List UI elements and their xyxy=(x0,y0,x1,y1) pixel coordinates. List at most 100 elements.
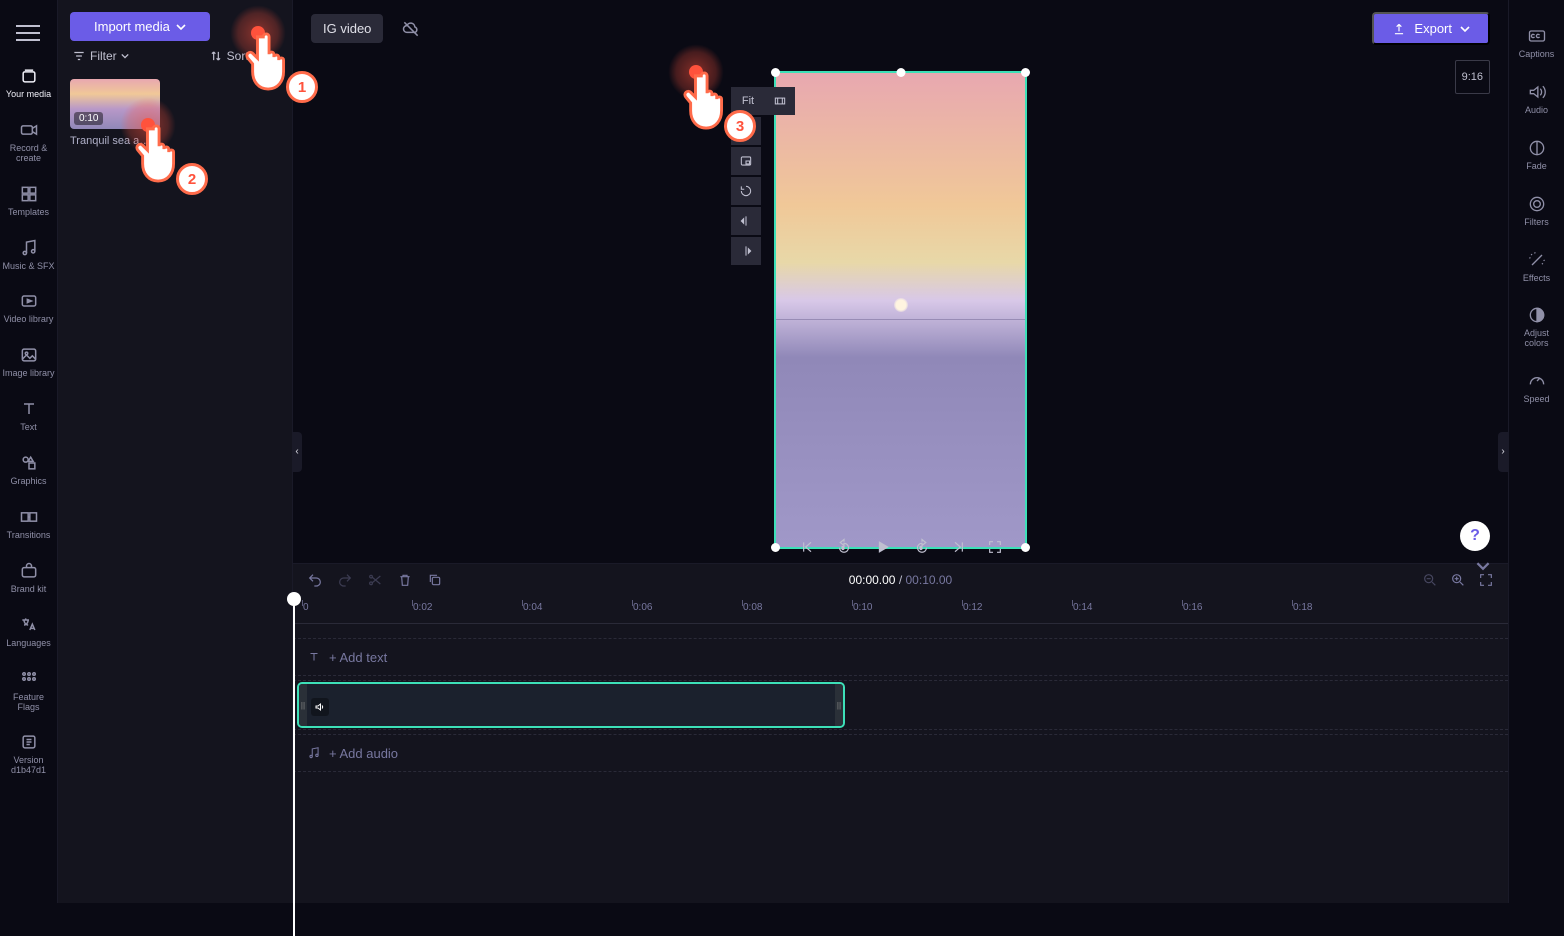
chevron-down-icon xyxy=(121,52,129,60)
redo-button[interactable] xyxy=(337,572,353,588)
fit-button[interactable]: Fit xyxy=(731,87,765,115)
crop-button[interactable] xyxy=(731,117,761,145)
timeline-ruler[interactable]: 0 0:02 0:04 0:06 0:08 0:10 0:12 0:14 0:1… xyxy=(293,596,1508,624)
filters-tab[interactable]: Filters xyxy=(1509,186,1564,236)
sidebar-item-your-media[interactable]: Your media xyxy=(0,56,57,110)
sidebar-label: Graphics xyxy=(10,477,46,487)
sidebar-label: Version d1b47d1 xyxy=(2,756,55,776)
resize-handle[interactable] xyxy=(771,68,780,77)
templates-icon xyxy=(19,184,39,204)
export-button[interactable]: Export xyxy=(1372,12,1490,45)
adjust-colors-tab[interactable]: Adjust colors xyxy=(1509,297,1564,357)
right-rail-label: Filters xyxy=(1524,218,1549,228)
audio-tab[interactable]: Audio xyxy=(1509,74,1564,124)
speed-tab[interactable]: Speed xyxy=(1509,363,1564,413)
ruler-tick: 0:16 xyxy=(1183,602,1202,613)
flip-vertical-button[interactable] xyxy=(731,237,761,265)
next-frame-button[interactable] xyxy=(951,539,967,555)
preview-frame[interactable]: Fit xyxy=(774,71,1027,549)
fullscreen-button[interactable] xyxy=(987,539,1003,555)
rotate-button[interactable] xyxy=(731,177,761,205)
version-icon xyxy=(19,732,39,752)
sidebar-label: Your media xyxy=(6,90,51,100)
captions-tab[interactable]: Captions xyxy=(1509,18,1564,68)
help-button[interactable]: ? xyxy=(1460,521,1490,551)
zoom-fit-button[interactable] xyxy=(1478,572,1494,588)
sidebar-label: Brand kit xyxy=(11,585,47,595)
forward-button[interactable]: 5 xyxy=(913,538,931,556)
ruler-tick: 0:02 xyxy=(413,602,432,613)
sidebar-label: Transitions xyxy=(7,531,51,541)
sidebar-label: Image library xyxy=(2,369,54,379)
prev-frame-button[interactable] xyxy=(799,539,815,555)
sidebar-item-languages[interactable]: Languages xyxy=(0,605,57,659)
media-thumb[interactable]: 0:10 Tranquil sea a… xyxy=(70,79,160,147)
video-clip[interactable]: || || xyxy=(297,682,845,728)
sidebar-item-version[interactable]: Version d1b47d1 xyxy=(0,722,57,786)
canvas-tools: Fit xyxy=(731,87,795,265)
media-grid: 0:10 Tranquil sea a… xyxy=(58,73,292,153)
playback-controls: 5 5 xyxy=(799,537,1003,557)
media-stack-icon xyxy=(19,66,39,86)
flags-icon xyxy=(19,669,39,689)
sidebar-label: Text xyxy=(20,423,37,433)
filter-icon xyxy=(72,49,86,63)
zoom-out-button[interactable] xyxy=(1422,572,1438,588)
clip-trim-right[interactable]: || xyxy=(835,684,843,726)
import-media-button[interactable]: Import media xyxy=(70,12,210,41)
resize-handle[interactable] xyxy=(771,543,780,552)
audio-track[interactable]: + Add audio xyxy=(293,734,1508,772)
menu-button[interactable] xyxy=(0,10,57,56)
sidebar-item-templates[interactable]: Templates xyxy=(0,174,57,228)
cloud-sync-icon[interactable] xyxy=(395,13,427,45)
fade-tab[interactable]: Fade xyxy=(1509,130,1564,180)
sidebar-item-transitions[interactable]: Transitions xyxy=(0,497,57,551)
sidebar-item-image-library[interactable]: Image library xyxy=(0,335,57,389)
transitions-icon xyxy=(19,507,39,527)
resize-handle[interactable] xyxy=(1021,68,1030,77)
play-button[interactable] xyxy=(873,537,893,557)
volume-icon[interactable] xyxy=(311,698,329,716)
sidebar-item-brand-kit[interactable]: Brand kit xyxy=(0,551,57,605)
pip-button[interactable] xyxy=(731,147,761,175)
sidebar-item-feature-flags[interactable]: Feature Flags xyxy=(0,659,57,723)
zoom-in-button[interactable] xyxy=(1450,572,1466,588)
video-track[interactable]: || || xyxy=(293,680,1508,730)
sort-button[interactable]: Sort xyxy=(209,49,249,63)
undo-button[interactable] xyxy=(307,572,323,588)
sidebar-item-video-library[interactable]: Video library xyxy=(0,281,57,335)
audio-track-placeholder: + Add audio xyxy=(329,746,398,761)
rewind-button[interactable]: 5 xyxy=(835,538,853,556)
filter-button[interactable]: Filter xyxy=(72,49,129,63)
clip-trim-left[interactable]: || xyxy=(299,684,307,726)
rotate-handle[interactable] xyxy=(896,68,905,77)
video-icon xyxy=(19,291,39,311)
ruler-tick: 0:14 xyxy=(1073,602,1092,613)
duplicate-button[interactable] xyxy=(427,572,443,588)
ruler-tick: 0:08 xyxy=(743,602,762,613)
sidebar-item-music-sfx[interactable]: Music & SFX xyxy=(0,228,57,282)
flip-horizontal-button[interactable] xyxy=(731,207,761,235)
delete-button[interactable] xyxy=(397,572,413,588)
preview-image xyxy=(776,73,1025,547)
sidebar-item-text[interactable]: Text xyxy=(0,389,57,443)
split-button[interactable] xyxy=(367,572,383,588)
sidebar-item-record-create[interactable]: Record & create xyxy=(0,110,57,174)
collapse-right-panel-button[interactable]: › xyxy=(1498,432,1508,472)
resize-handle[interactable] xyxy=(1021,543,1030,552)
chevron-down-icon xyxy=(176,22,186,32)
canvas-area[interactable]: Fit 5 5 ? xyxy=(293,57,1508,563)
right-rail-label: Fade xyxy=(1526,162,1547,172)
sidebar-label: Video library xyxy=(4,315,54,325)
filters-circle-icon xyxy=(1527,194,1547,214)
preset-chip[interactable]: IG video xyxy=(311,14,383,43)
effects-tab[interactable]: Effects xyxy=(1509,242,1564,292)
speaker-icon xyxy=(1527,82,1547,102)
playhead[interactable] xyxy=(293,596,295,936)
sort-label: Sort xyxy=(227,49,249,63)
sidebar-item-graphics[interactable]: Graphics xyxy=(0,443,57,497)
sidebar-label: Templates xyxy=(8,208,49,218)
text-track[interactable]: + Add text xyxy=(293,638,1508,676)
filter-label: Filter xyxy=(90,49,117,63)
fill-button[interactable] xyxy=(765,87,795,115)
